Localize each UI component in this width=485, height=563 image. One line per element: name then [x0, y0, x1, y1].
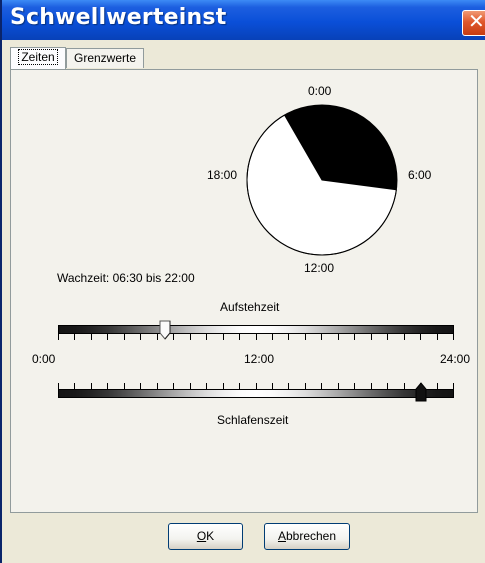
aufstehzeit-label: Aufstehzeit: [220, 300, 280, 314]
wake-time-summary: Wachzeit: 06:30 bis 22:00: [57, 271, 195, 285]
scale-label-24: 24:00: [440, 352, 471, 366]
aufstehzeit-slider-track[interactable]: [58, 325, 454, 334]
slider-tick: [223, 334, 224, 340]
slider-tick: [107, 334, 108, 340]
slider-tick: [453, 334, 454, 340]
title-bar[interactable]: Schwellwerteinst ✕: [2, 0, 485, 40]
slider-tick: [437, 334, 438, 340]
scale-label-12: 12:00: [244, 352, 275, 366]
tab-zeiten-label: Zeiten: [18, 49, 58, 65]
cancel-button-mnemonic: A: [277, 529, 286, 543]
slider-tick: [321, 334, 322, 340]
slider-tick: [305, 334, 306, 340]
aufstehzeit-slider-thumb[interactable]: [159, 320, 171, 340]
slider-tick: [239, 334, 240, 340]
ok-button-label: K: [206, 529, 215, 543]
ok-button-mnemonic: O: [196, 529, 207, 543]
clock-label-0: 0:00: [308, 84, 332, 98]
close-button[interactable]: ✕: [462, 9, 485, 36]
slider-tick: [190, 334, 191, 340]
tab-zeiten[interactable]: Zeiten: [10, 47, 66, 69]
slider-tick: [371, 334, 372, 340]
dialog-window: Schwellwerteinst ✕ Zeiten Grenzwerte 0:0…: [0, 0, 485, 563]
schlafenszeit-slider-track[interactable]: [58, 389, 454, 398]
slider-tick: [58, 334, 59, 340]
close-icon: ✕: [468, 9, 485, 33]
slider-tick: [124, 334, 125, 340]
slider-tick: [256, 334, 257, 340]
slider-tick: [206, 334, 207, 340]
slider-tick: [404, 334, 405, 340]
cancel-button[interactable]: Abbrechen: [264, 523, 350, 550]
slider-tick: [173, 334, 174, 340]
schlafenszeit-label: Schlafenszeit: [217, 413, 289, 427]
slider-tick: [338, 334, 339, 340]
cancel-button-label: bbrechen: [285, 529, 337, 543]
slider-tick: [288, 334, 289, 340]
tab-panel-zeiten: [10, 69, 478, 513]
clock-label-12: 12:00: [304, 261, 335, 275]
slider-tick: [420, 334, 421, 340]
clock-label-18: 18:00: [207, 168, 238, 182]
slider-tick: [74, 334, 75, 340]
slider-tick: [140, 334, 141, 340]
schlafenszeit-slider-thumb[interactable]: [415, 382, 427, 402]
tab-grenzwerte[interactable]: Grenzwerte: [66, 48, 144, 68]
slider-tick: [157, 334, 158, 340]
slider-tick: [272, 334, 273, 340]
slider-tick: [387, 334, 388, 340]
slider-tick: [91, 334, 92, 340]
clock-label-6: 6:00: [408, 168, 432, 182]
window-title: Schwellwerteinst: [10, 5, 227, 30]
slider-tick: [354, 334, 355, 340]
tab-grenzwerte-label: Grenzwerte: [73, 51, 137, 65]
scale-label-0: 0:00: [32, 352, 56, 366]
ok-button[interactable]: OK: [168, 523, 243, 550]
